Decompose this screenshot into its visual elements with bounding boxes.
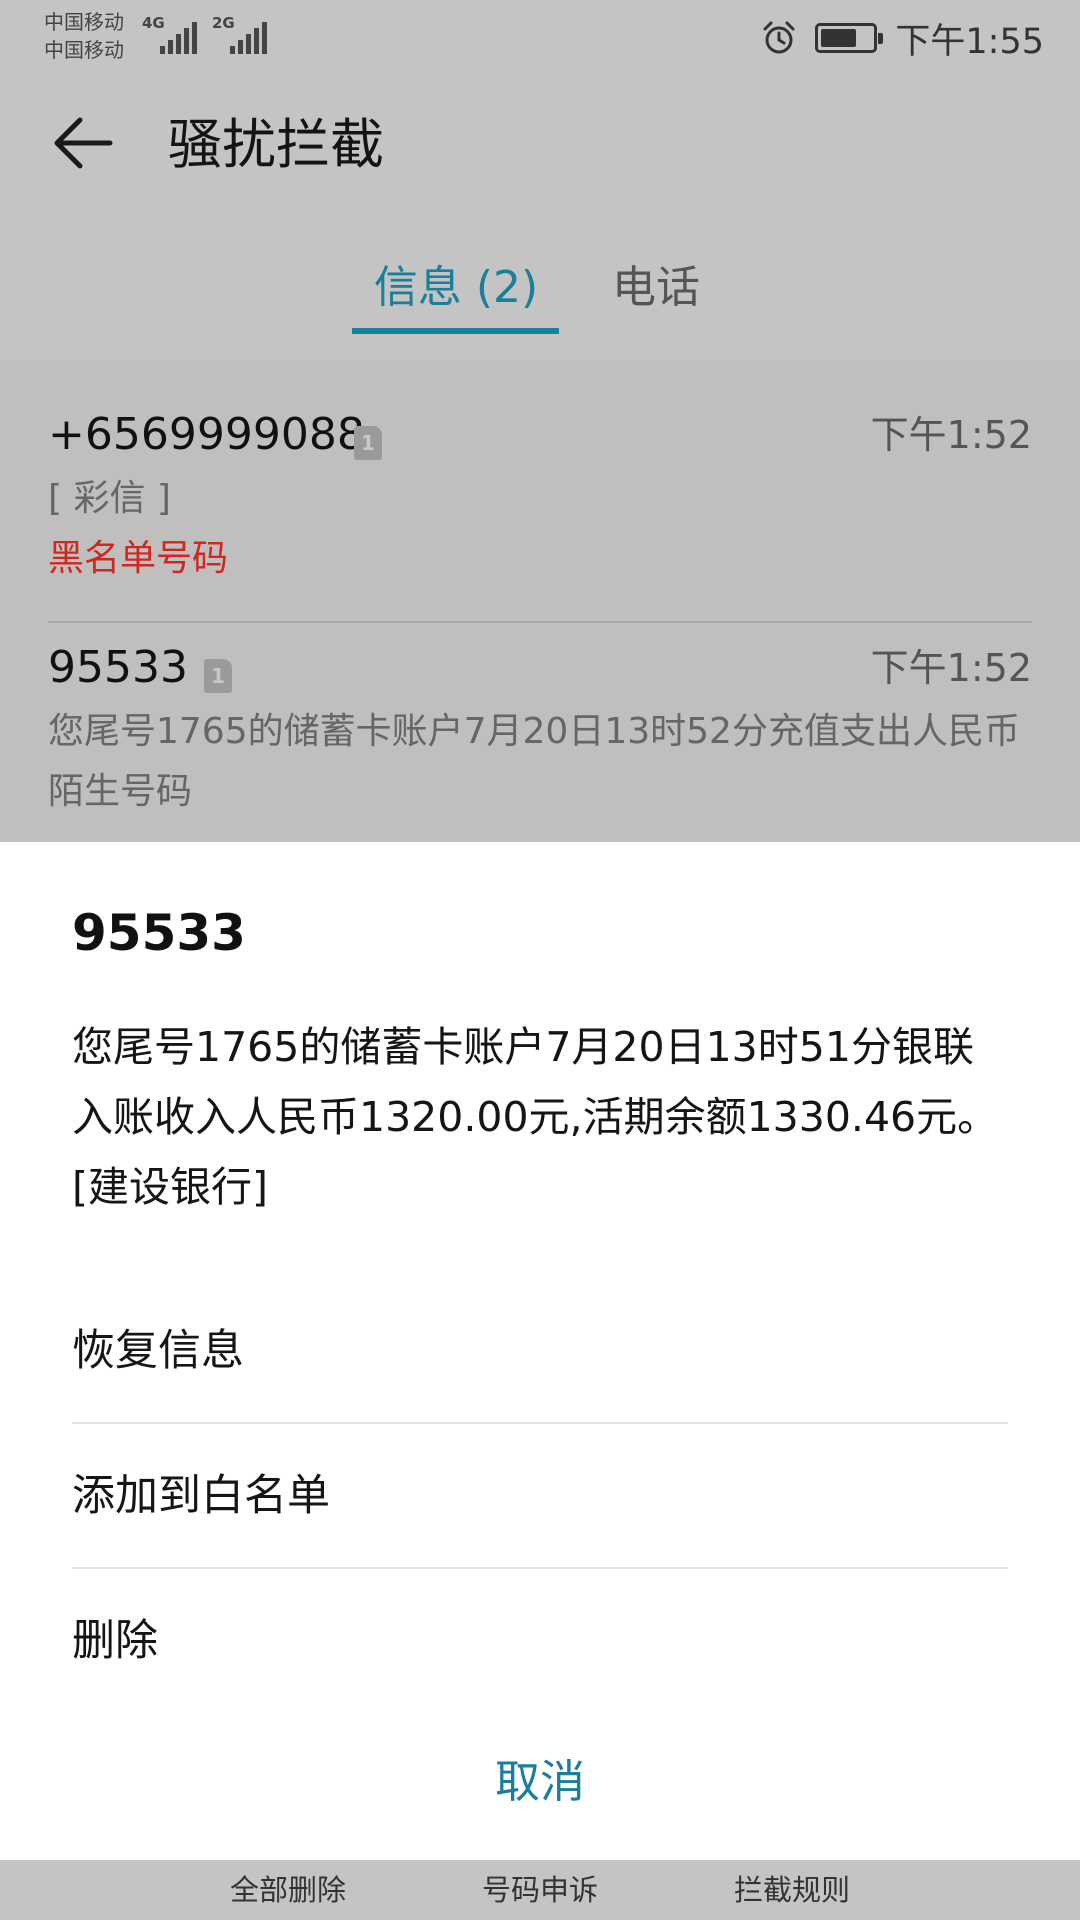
sim-card-icon: 1 [204, 659, 232, 693]
carrier-1: 中国移动 [44, 10, 124, 34]
tab-active-indicator [352, 328, 559, 334]
status-time: 下午1:55 [895, 21, 1044, 62]
carrier-2: 中国移动 [44, 38, 124, 62]
sim-card-icon: 1 [354, 426, 382, 460]
block-rules-button[interactable]: 拦截规则 [692, 1860, 892, 1920]
number-appeal-button[interactable]: 号码申诉 [440, 1860, 640, 1920]
blocked-message-list: +6569999088 1 下午1:52 [ 彩信 ] 黑名单号码 95533 … [0, 360, 1080, 856]
message-preview: [ 彩信 ] [48, 478, 171, 519]
message-time: 下午1:52 [870, 413, 1032, 457]
battery-icon [815, 23, 884, 53]
tab-messages[interactable]: 信息 (2) [352, 258, 560, 318]
add-to-whitelist-button[interactable]: 添加到白名单 [72, 1424, 1008, 1569]
carrier-labels: 中国移动 中国移动 [44, 8, 124, 64]
alarm-icon [763, 21, 795, 54]
status-right: 下午1:55 [761, 14, 1044, 62]
sheet-title: 95533 [72, 904, 246, 962]
cancel-button[interactable]: 取消 [0, 1742, 1080, 1822]
stranger-tag: 陌生号码 [48, 771, 193, 812]
bottom-toolbar: 全部删除 号码申诉 拦截规则 [0, 1860, 1080, 1920]
tab-calls[interactable]: 电话 [612, 258, 700, 318]
list-item[interactable]: 95533 1 下午1:52 您尾号1765的储蓄卡账户7月20日13时52分充… [48, 623, 1032, 856]
back-arrow-icon[interactable] [50, 110, 116, 176]
status-bar: 中国移动 中国移动 4G 2G 下午1:55 [0, 0, 1080, 76]
message-preview: 您尾号1765的储蓄卡账户7月20日13时52分充值支出人民币 [48, 711, 1020, 752]
blacklist-tag: 黑名单号码 [48, 538, 229, 579]
message-time: 下午1:52 [870, 646, 1032, 690]
restore-message-button[interactable]: 恢复信息 [72, 1279, 1008, 1424]
message-body: 您尾号1765的储蓄卡账户7月20日13时51分银联入账收入人民币1320.00… [72, 1023, 999, 1211]
sender-number: 95533 [48, 642, 188, 693]
delete-all-button[interactable]: 全部删除 [188, 1860, 388, 1920]
sender-number: +6569999088 [48, 409, 365, 460]
signal-4g-icon: 4G [142, 14, 198, 54]
delete-button[interactable]: 删除 [72, 1569, 1008, 1714]
list-item[interactable]: +6569999088 1 下午1:52 [ 彩信 ] 黑名单号码 [48, 390, 1032, 623]
signal-indicators: 4G 2G [142, 14, 268, 54]
signal-2g-icon: 2G [212, 14, 268, 54]
tab-bar: 信息 (2) 电话 [0, 258, 1080, 338]
battery-level [821, 29, 857, 47]
page-title: 骚扰拦截 [168, 113, 384, 176]
message-action-sheet: 95533 您尾号1765的储蓄卡账户7月20日13时51分银联入账收入人民币1… [0, 842, 1080, 1860]
